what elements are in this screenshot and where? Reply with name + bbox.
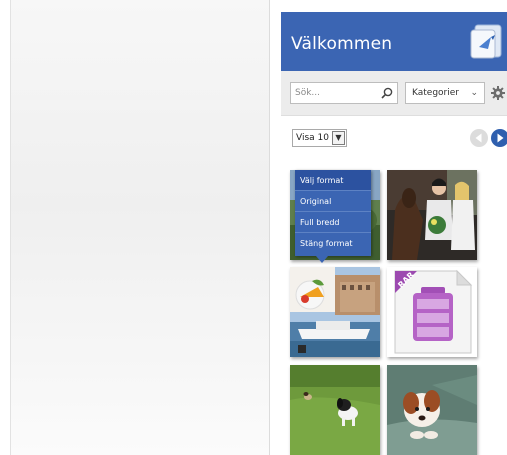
format-menu: Välj format Original Full bredd Stäng fo… <box>295 170 371 256</box>
format-option-original[interactable]: Original <box>295 191 371 212</box>
category-label: Kategorier <box>412 88 459 98</box>
gallery-thumb-horse-photo[interactable] <box>387 170 477 260</box>
format-option-close[interactable]: Stäng format <box>295 233 371 254</box>
dropdown-arrow-icon: ▼ <box>332 131 345 145</box>
gallery-thumb-collage[interactable] <box>290 267 380 357</box>
food-harbor-collage-image <box>290 267 380 357</box>
format-menu-header[interactable]: Välj format <box>295 170 371 191</box>
gallery-thumb-puppy[interactable] <box>387 365 477 455</box>
panel-title: Välkommen <box>291 34 393 54</box>
items-per-page-label: Visa 10 <box>296 133 329 143</box>
panel-header: Välkommen <box>281 12 507 71</box>
chevron-right-icon[interactable] <box>490 128 507 148</box>
gallery-thumb-rar-file[interactable]: RAR <box>387 267 477 357</box>
rar-archive-icon: RAR <box>387 267 477 357</box>
format-option-full-width[interactable]: Full bredd <box>295 212 371 233</box>
gallery-thumb-dog-grass[interactable] <box>290 365 380 455</box>
dog-on-grass-image <box>290 365 380 455</box>
content-pane <box>10 0 270 455</box>
search-box <box>290 82 398 104</box>
app-logo-icon <box>470 24 502 59</box>
puppy-on-blanket-image <box>387 365 477 455</box>
chevron-left-icon[interactable] <box>469 128 489 148</box>
search-input[interactable] <box>291 83 377 103</box>
chevron-down-icon: ⌄ <box>470 88 478 98</box>
items-per-page-select[interactable]: Visa 10 ▼ <box>292 129 347 147</box>
search-toolbar: Kategorier ⌄ <box>281 71 507 116</box>
horse-race-winners-image <box>387 170 477 260</box>
category-select[interactable]: Kategorier ⌄ <box>405 82 485 104</box>
search-icon[interactable] <box>380 86 394 100</box>
format-menu-pointer <box>316 256 328 263</box>
gear-icon[interactable] <box>490 85 506 101</box>
